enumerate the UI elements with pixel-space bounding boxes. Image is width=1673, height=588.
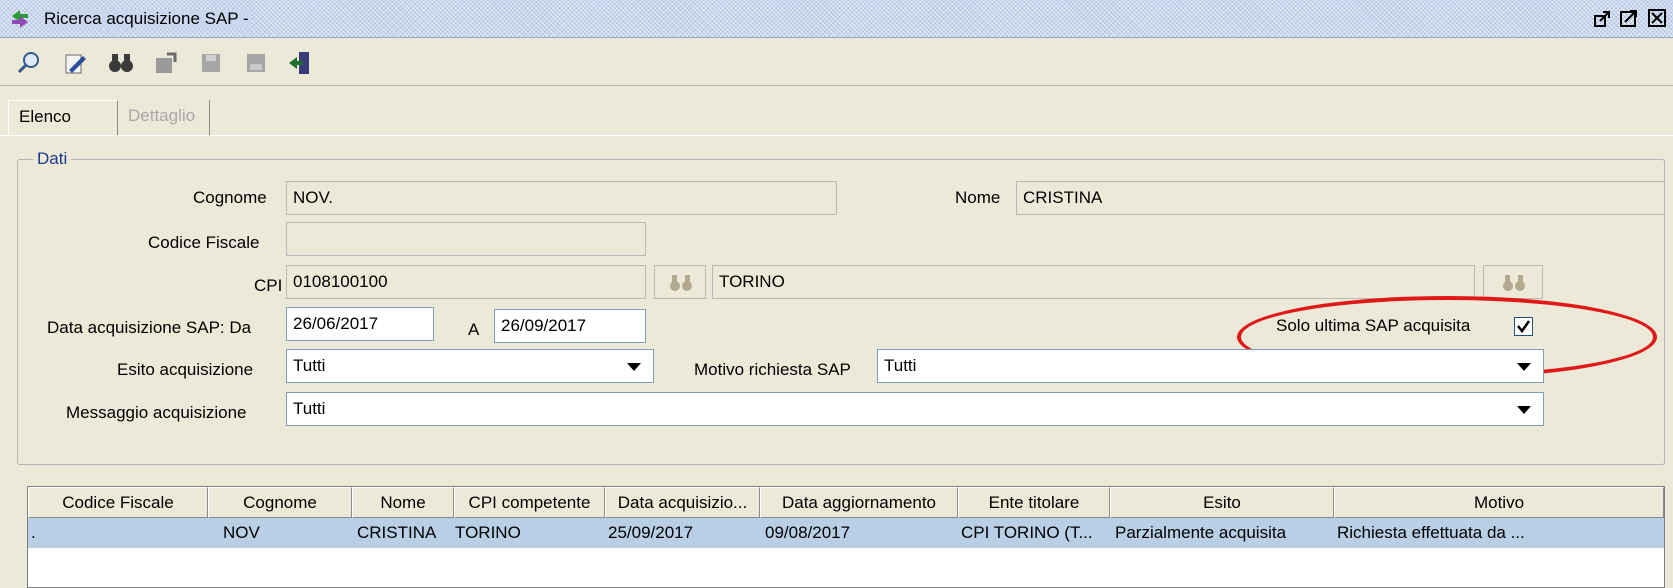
esito-select[interactable]: Tutti [286, 349, 654, 383]
app-arrows-icon [12, 10, 28, 28]
exit-icon[interactable] [287, 50, 313, 76]
toolbar [0, 40, 1673, 86]
table-row[interactable]: . NOV CRISTINA TORINO 25/09/2017 09/08/2… [28, 518, 1664, 548]
motivo-value: Tutti [884, 356, 917, 375]
codice-fiscale-field[interactable] [286, 222, 646, 256]
nome-field[interactable]: CRISTINA [1016, 181, 1665, 215]
column-header[interactable]: Ente titolare [958, 487, 1110, 518]
chevron-down-icon [1517, 406, 1531, 414]
messaggio-value: Tutti [293, 399, 326, 418]
column-header[interactable]: Motivo [1334, 487, 1664, 518]
motivo-label: Motivo richiesta SAP [694, 360, 851, 379]
data-a-label: A [468, 320, 480, 339]
properties-icon[interactable] [153, 50, 179, 76]
column-header[interactable]: Data acquisizio... [605, 487, 760, 518]
codice-fiscale-label: Codice Fiscale [148, 233, 260, 252]
binoculars-icon [1503, 275, 1525, 291]
cognome-label: Cognome [193, 188, 267, 207]
binoculars-icon [670, 275, 692, 291]
dati-legend: Dati [33, 149, 72, 169]
title-bar: Ricerca acquisizione SAP - [0, 0, 1673, 38]
column-header[interactable]: Codice Fiscale [28, 487, 208, 518]
cpi-lookup-button[interactable] [654, 265, 706, 299]
maximize-icon[interactable] [1618, 7, 1640, 29]
esito-value: Tutti [293, 356, 326, 375]
cell-esito: Parzialmente acquisita [1115, 523, 1287, 542]
column-header[interactable]: CPI competente [454, 487, 605, 518]
cpi-code-field[interactable]: 0108100100 [286, 265, 646, 299]
window-title: Ricerca acquisizione SAP - [44, 9, 251, 29]
cognome-field[interactable]: NOV. [286, 181, 837, 215]
cell-cognome: NOV [223, 523, 260, 542]
data-da-field[interactable]: 26/06/2017 [286, 307, 434, 341]
search-icon[interactable] [16, 50, 42, 76]
data-acquisizione-label: Data acquisizione SAP: Da [47, 318, 252, 337]
results-table: Codice Fiscale Cognome Nome CPI competen… [27, 486, 1665, 588]
cell-data-acquisizione: 25/09/2017 [608, 523, 694, 542]
cpi-name-lookup-button[interactable] [1483, 265, 1543, 299]
cell-codice-fiscale: . [31, 523, 36, 542]
esito-label: Esito acquisizione [117, 360, 254, 379]
messaggio-label: Messaggio acquisizione [66, 403, 247, 422]
restore-icon[interactable] [1592, 7, 1614, 29]
tab-elenco[interactable]: Elenco [8, 100, 118, 136]
tab-dettaglio[interactable]: Dettaglio [118, 100, 210, 136]
cell-cpi-competente: TORINO [455, 523, 521, 542]
cpi-label: CPI [254, 276, 283, 295]
nome-label: Nome [955, 188, 1001, 207]
cell-data-aggiornamento: 09/08/2017 [765, 523, 851, 542]
binoculars-icon[interactable] [108, 50, 134, 76]
edit-icon[interactable] [63, 50, 89, 76]
chevron-down-icon [627, 363, 641, 371]
chevron-down-icon [1517, 363, 1531, 371]
save-icon[interactable] [198, 50, 224, 76]
close-icon[interactable] [1646, 7, 1668, 29]
motivo-select[interactable]: Tutti [877, 349, 1544, 383]
messaggio-select[interactable]: Tutti [286, 392, 1544, 426]
data-a-field[interactable]: 26/09/2017 [494, 309, 646, 343]
document-icon[interactable] [243, 50, 269, 76]
cell-ente-titolare: CPI TORINO (T... [961, 523, 1093, 542]
tab-divider [0, 135, 1673, 136]
column-header[interactable]: Data aggiornamento [760, 487, 958, 518]
cell-nome: CRISTINA [357, 523, 437, 542]
cell-motivo: Richiesta effettuata da ... [1337, 523, 1525, 542]
tab-bar: Elenco Dettaglio [0, 100, 1673, 136]
column-header[interactable]: Nome [352, 487, 454, 518]
column-header[interactable]: Esito [1110, 487, 1334, 518]
column-header[interactable]: Cognome [208, 487, 352, 518]
table-header: Codice Fiscale Cognome Nome CPI competen… [28, 487, 1664, 518]
cpi-name-field[interactable]: TORINO [712, 265, 1475, 299]
